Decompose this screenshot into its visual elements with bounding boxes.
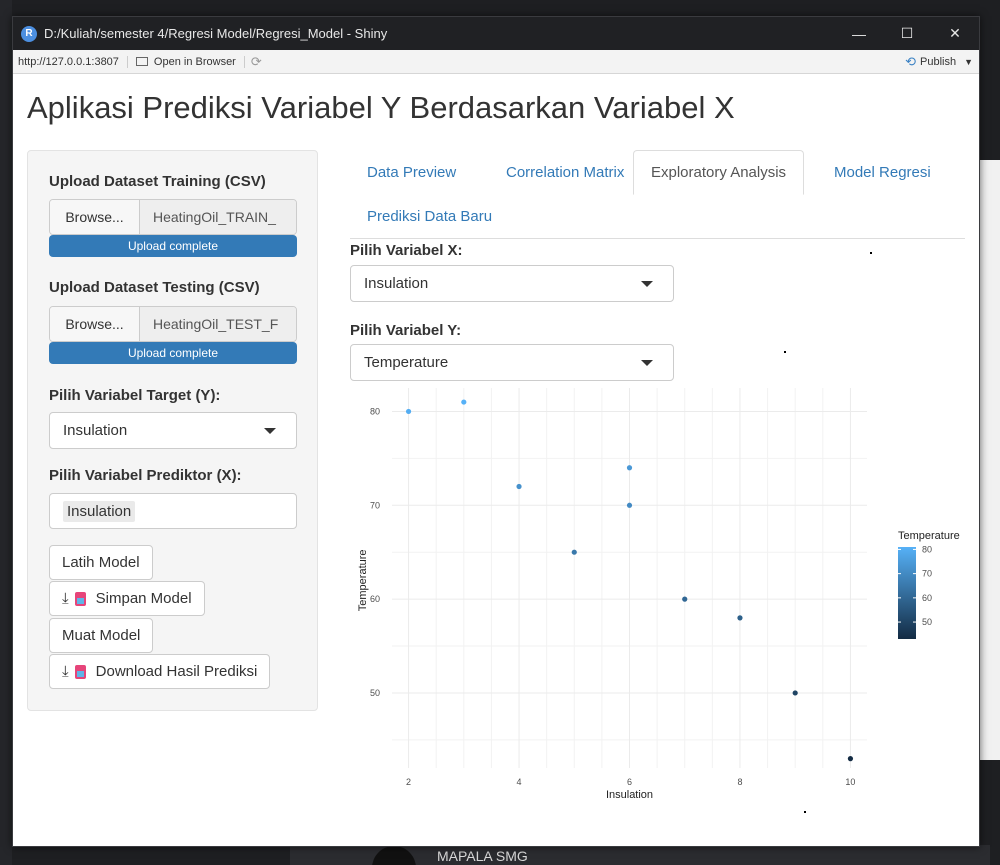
train-file-input[interactable]: Browse... HeatingOil_TRAIN_ xyxy=(49,199,297,235)
legend-tick-label: 80 xyxy=(922,544,932,554)
title-bar: R D:/Kuliah/semester 4/Regresi Model/Reg… xyxy=(13,17,979,50)
scatter-point xyxy=(626,465,633,471)
y-tick-label: 80 xyxy=(370,406,380,416)
maximize-button[interactable]: ☐ xyxy=(883,17,931,50)
minimize-button[interactable]: — xyxy=(835,17,883,50)
predictor-variable-label: Pilih Variabel Prediktor (X): xyxy=(49,467,242,484)
scatter-point xyxy=(571,549,577,555)
scatter-point xyxy=(847,756,854,762)
scatter-point xyxy=(682,596,688,602)
y-variable-select[interactable]: Temperature xyxy=(350,344,674,381)
viewer-toolbar: http://127.0.0.1:3807 Open in Browser ⟳ … xyxy=(13,50,979,74)
scatter-point xyxy=(461,399,467,405)
y-tick-label: 50 xyxy=(370,688,380,698)
predictor-chip[interactable]: Insulation xyxy=(63,500,136,522)
x-variable-select[interactable]: Insulation xyxy=(350,265,674,302)
close-button[interactable]: ✕ xyxy=(931,17,979,50)
r-app-icon: R xyxy=(21,25,37,42)
x-axis-label: Insulation xyxy=(606,789,653,801)
chevron-down-icon xyxy=(264,428,276,434)
scatter-plot-svg: 2 4 6 8 10 50 60 70 80 Insulation Temperature Tempe… xyxy=(357,388,960,801)
train-model-button[interactable]: Latih Model xyxy=(49,545,153,580)
publish-button[interactable]: ⟲ Publish ▼ xyxy=(905,54,979,70)
target-variable-select[interactable]: Insulation xyxy=(49,412,297,449)
background-text: MAPALA SMG xyxy=(437,848,528,864)
open-in-browser-button[interactable]: Open in Browser xyxy=(128,55,245,68)
test-file-input[interactable]: Browse... HeatingOil_TEST_F xyxy=(49,306,297,342)
tab-prediksi-data-baru[interactable]: Prediksi Data Baru xyxy=(350,194,509,239)
stray-dot xyxy=(804,811,806,813)
publish-label: Publish xyxy=(920,55,957,68)
x-tick-label: 8 xyxy=(737,777,742,787)
chevron-down-icon[interactable]: ▼ xyxy=(964,57,973,67)
app-content: Aplikasi Prediksi Variabel Y Berdasarkan… xyxy=(13,74,979,846)
load-model-button[interactable]: Muat Model xyxy=(49,618,154,653)
tab-exploratory-analysis[interactable]: Exploratory Analysis xyxy=(633,150,805,195)
package-icon xyxy=(74,591,86,606)
chevron-down-icon xyxy=(641,360,653,366)
chevron-down-icon xyxy=(641,281,653,287)
browser-window-icon xyxy=(135,57,148,66)
y-axis-label: Temperature xyxy=(357,549,369,611)
download-predictions-button[interactable]: ⤓ Download Hasil Prediksi xyxy=(49,654,271,689)
train-upload-label: Upload Dataset Training (CSV) xyxy=(49,173,266,190)
url-text[interactable]: http://127.0.0.1:3807 xyxy=(18,55,128,68)
stray-dot xyxy=(784,351,786,353)
tab-data-preview[interactable]: Data Preview xyxy=(350,150,473,195)
legend-title: Temperature xyxy=(898,530,960,542)
legend-colorbar xyxy=(898,547,916,639)
background-code-editor xyxy=(0,0,12,865)
scatter-point xyxy=(516,483,522,490)
y-tick-label: 60 xyxy=(370,594,380,604)
save-model-button[interactable]: ⤓ Simpan Model xyxy=(49,581,205,616)
x-tick-label: 2 xyxy=(406,777,411,787)
package-icon xyxy=(74,664,86,679)
open-in-browser-label: Open in Browser xyxy=(153,55,236,68)
background-window-edge xyxy=(978,160,1000,760)
legend-tick-label: 50 xyxy=(922,617,932,627)
y-variable-value: Temperature xyxy=(364,354,449,371)
tab-model-regresi[interactable]: Model Regresi xyxy=(817,150,948,195)
predictor-variable-select[interactable]: Insulation xyxy=(49,493,297,529)
train-upload-progress: Upload complete xyxy=(49,235,297,257)
download-icon: ⤓ xyxy=(62,590,69,607)
scatter-point xyxy=(626,502,633,508)
train-file-name: HeatingOil_TRAIN_ xyxy=(140,200,296,234)
tab-correlation-matrix[interactable]: Correlation Matrix xyxy=(489,150,641,195)
scatter-point xyxy=(737,615,743,621)
page-title: Aplikasi Prediksi Variabel Y Berdasarkan… xyxy=(27,90,735,125)
x-variable-value: Insulation xyxy=(364,275,429,292)
load-model-label: Muat Model xyxy=(62,627,141,644)
x-tick-label: 4 xyxy=(517,777,522,787)
test-upload-progress: Upload complete xyxy=(49,342,297,364)
test-upload-label: Upload Dataset Testing (CSV) xyxy=(49,279,260,296)
legend-tick-label: 70 xyxy=(922,569,932,579)
x-tick-label: 6 xyxy=(627,777,632,787)
test-file-name: HeatingOil_TEST_F xyxy=(140,307,296,341)
sidebar-panel: Upload Dataset Training (CSV) Browse... … xyxy=(27,150,318,711)
main-tabs: Data Preview Correlation Matrix Explorat… xyxy=(350,150,965,239)
stray-dot xyxy=(870,252,872,254)
y-variable-label: Pilih Variabel Y: xyxy=(350,322,462,339)
scatter-point xyxy=(405,408,412,415)
test-browse-button[interactable]: Browse... xyxy=(50,307,140,341)
shiny-window: R D:/Kuliah/semester 4/Regresi Model/Reg… xyxy=(12,16,980,847)
y-tick-label: 70 xyxy=(370,500,380,510)
scatter-point xyxy=(792,690,798,696)
scatter-plot: 2 4 6 8 10 50 60 70 80 Insulation Temperature Tempe… xyxy=(350,382,965,822)
save-model-label: Simpan Model xyxy=(95,590,192,607)
target-variable-label: Pilih Variabel Target (Y): xyxy=(49,387,221,404)
target-variable-value: Insulation xyxy=(63,422,128,439)
train-model-label: Latih Model xyxy=(62,554,140,571)
download-predictions-label: Download Hasil Prediksi xyxy=(95,663,258,680)
download-icon: ⤓ xyxy=(62,663,69,680)
legend-tick-label: 60 xyxy=(922,593,932,603)
x-tick-label: 10 xyxy=(845,777,855,787)
refresh-icon[interactable]: ⟳ xyxy=(251,54,262,70)
publish-icon: ⟲ xyxy=(905,53,916,69)
window-title: D:/Kuliah/semester 4/Regresi Model/Regre… xyxy=(44,26,388,41)
x-variable-label: Pilih Variabel X: xyxy=(350,242,463,259)
train-browse-button[interactable]: Browse... xyxy=(50,200,140,234)
